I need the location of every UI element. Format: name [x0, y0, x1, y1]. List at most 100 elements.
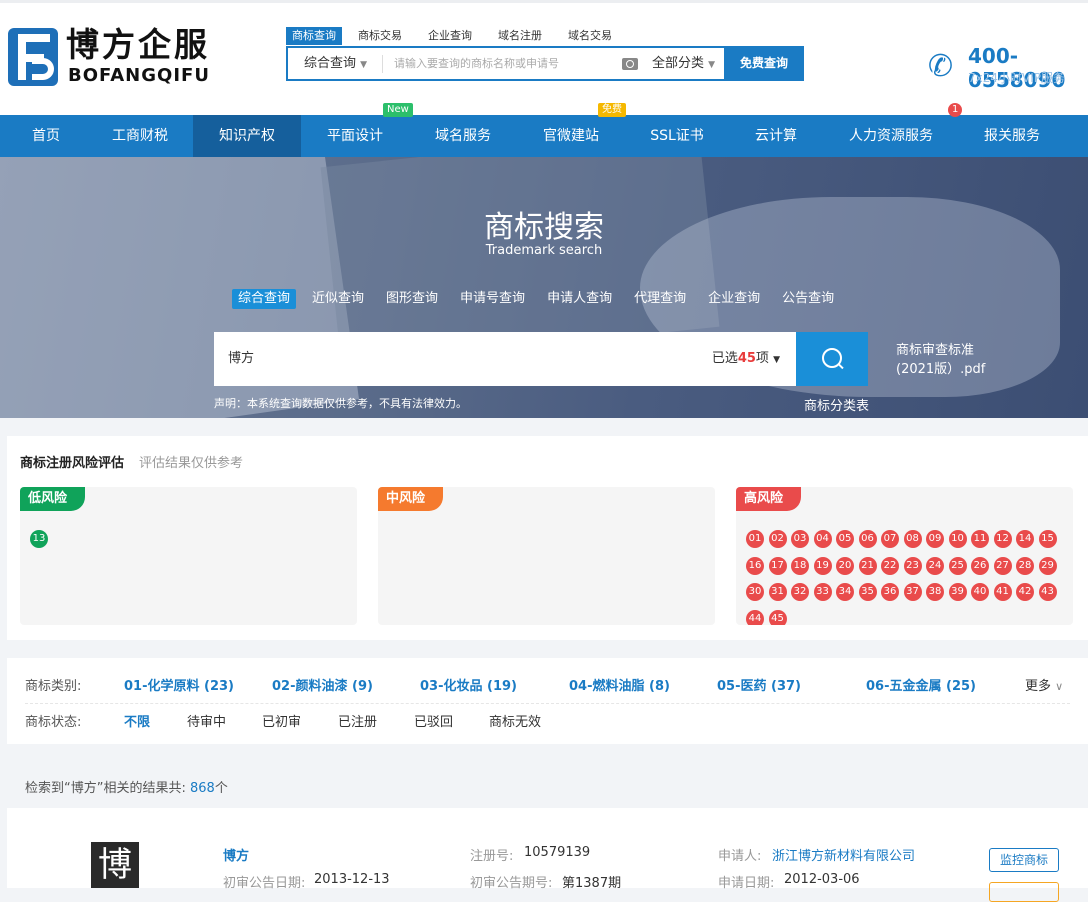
- class-number-badge[interactable]: 02: [768, 530, 787, 548]
- category-filter[interactable]: 01-化学原料 (23): [124, 675, 234, 694]
- nav-item-cloud[interactable]: 云计算: [744, 115, 808, 157]
- class-number-badge[interactable]: 33: [813, 583, 832, 601]
- class-number-badge[interactable]: 14: [1016, 530, 1034, 548]
- nav-item-business-tax[interactable]: 工商财税: [100, 115, 180, 157]
- nav-item-ssl[interactable]: SSL证书: [639, 115, 715, 157]
- trademark-search-input[interactable]: 博方 已选45项 ▼: [214, 332, 796, 386]
- class-number-badge[interactable]: 22: [881, 556, 899, 575]
- nav-item-domain[interactable]: 域名服务: [423, 115, 503, 157]
- class-number-badge[interactable]: 26: [971, 556, 989, 575]
- class-number-badge[interactable]: 04: [813, 530, 832, 548]
- trademark-image[interactable]: 博: [91, 842, 139, 888]
- status-filter[interactable]: 商标无效: [489, 711, 541, 730]
- nav-item-hr[interactable]: 人力资源服务: [836, 115, 946, 157]
- class-number-badge[interactable]: 41: [993, 583, 1012, 601]
- more-categories-button[interactable]: 更多 ∨: [1025, 675, 1063, 694]
- class-number-badge[interactable]: 45: [768, 609, 787, 625]
- search-tab[interactable]: 商标交易: [350, 27, 410, 45]
- nav-item-graphic-design[interactable]: 平面设计: [315, 115, 395, 157]
- tab-graphic[interactable]: 图形查询: [380, 289, 444, 309]
- class-number-badge[interactable]: 11: [971, 530, 989, 548]
- search-input[interactable]: 请输入要查询的商标名称或申请号: [394, 48, 559, 79]
- class-number-badge[interactable]: 34: [836, 583, 854, 601]
- nav-item-ip[interactable]: 知识产权: [193, 115, 301, 157]
- monitor-trademark-button[interactable]: 监控商标: [989, 848, 1059, 872]
- class-number-badge[interactable]: 25: [948, 556, 967, 575]
- tab-comprehensive[interactable]: 综合查询: [232, 289, 297, 309]
- status-filter[interactable]: 已初审: [262, 711, 301, 730]
- status-filter[interactable]: 待审中: [187, 711, 226, 730]
- class-number-badge[interactable]: 20: [836, 556, 854, 575]
- class-number-badge[interactable]: 23: [903, 556, 922, 575]
- class-number-badge[interactable]: 35: [858, 583, 877, 601]
- class-number-badge[interactable]: 38: [926, 583, 944, 601]
- status-filter[interactable]: 已驳回: [414, 711, 453, 730]
- class-number-badge[interactable]: 01: [746, 530, 764, 548]
- class-number-badge[interactable]: 17: [768, 556, 787, 575]
- class-number-badge[interactable]: 29: [1038, 556, 1057, 575]
- class-number-badge[interactable]: 39: [948, 583, 967, 601]
- class-number-badge[interactable]: 12: [993, 530, 1012, 548]
- free-search-button[interactable]: 免费查询: [724, 46, 804, 81]
- class-number-badge[interactable]: 40: [971, 583, 989, 601]
- search-type-select[interactable]: 综合查询 ▼: [304, 48, 367, 81]
- class-number-badge[interactable]: 15: [1038, 530, 1057, 548]
- search-tab[interactable]: 商标查询: [286, 27, 342, 45]
- tab-applicant[interactable]: 申请人查询: [541, 289, 618, 309]
- status-filter[interactable]: 不限: [124, 711, 150, 730]
- class-number-badge[interactable]: 30: [746, 583, 764, 601]
- class-number-badge[interactable]: 09: [926, 530, 944, 548]
- class-number-badge[interactable]: 36: [881, 583, 899, 601]
- class-number-badge[interactable]: 44: [746, 609, 764, 625]
- class-number-badge[interactable]: 03: [791, 530, 809, 548]
- trademark-name[interactable]: 博方: [223, 845, 249, 864]
- tab-similar[interactable]: 近似查询: [306, 289, 370, 309]
- category-filter[interactable]: 03-化妆品 (19): [420, 675, 517, 694]
- category-filter[interactable]: 06-五金金属 (25): [866, 675, 976, 694]
- class-number-badge[interactable]: 28: [1016, 556, 1034, 575]
- search-query[interactable]: 博方: [228, 332, 254, 386]
- class-number-badge[interactable]: 37: [903, 583, 922, 601]
- camera-icon[interactable]: [622, 58, 638, 70]
- review-standard-pdf-link[interactable]: 商标审查标准 (2021版）.pdf: [896, 341, 1046, 379]
- secondary-action-button[interactable]: [989, 882, 1059, 902]
- class-table-link[interactable]: 商标分类表: [804, 395, 869, 414]
- tab-application-no[interactable]: 申请号查询: [454, 289, 531, 309]
- nav-item-website[interactable]: 官微建站: [531, 115, 611, 157]
- class-number-badge[interactable]: 10: [948, 530, 967, 548]
- nav-item-customs[interactable]: 报关服务: [972, 115, 1052, 157]
- tab-company[interactable]: 企业查询: [702, 289, 766, 309]
- class-number-badge[interactable]: 13: [30, 530, 48, 548]
- category-select[interactable]: 全部分类 ▼: [652, 48, 715, 81]
- class-number-badge[interactable]: 42: [1016, 583, 1034, 601]
- tab-announcement[interactable]: 公告查询: [776, 289, 840, 309]
- category-filter[interactable]: 04-燃料油脂 (8): [569, 675, 670, 694]
- class-number-badge[interactable]: 43: [1038, 583, 1057, 601]
- table-row[interactable]: 博 博方 初审公告日期: 2013-12-13 注册号: 10579139 初审…: [7, 808, 1088, 902]
- class-number-badge[interactable]: 27: [993, 556, 1012, 575]
- applicant-link[interactable]: 浙江博方新材料有限公司: [772, 845, 915, 864]
- class-number-badge[interactable]: 24: [926, 556, 944, 575]
- class-number-badge[interactable]: 06: [858, 530, 877, 548]
- class-number-badge[interactable]: 18: [791, 556, 809, 575]
- class-number-badge[interactable]: 32: [791, 583, 809, 601]
- brand-logo-icon[interactable]: [8, 28, 58, 86]
- search-icon[interactable]: [796, 332, 868, 386]
- class-number-badge[interactable]: 19: [813, 556, 832, 575]
- category-filter[interactable]: 05-医药 (37): [717, 675, 801, 694]
- category-filter[interactable]: 02-颜料油漆 (9): [272, 675, 373, 694]
- class-number-badge[interactable]: 08: [903, 530, 922, 548]
- search-tab[interactable]: 域名交易: [560, 27, 620, 45]
- class-number-badge[interactable]: 07: [881, 530, 899, 548]
- search-tab[interactable]: 企业查询: [420, 27, 480, 45]
- selected-classes-dropdown[interactable]: 已选45项 ▼: [712, 332, 780, 387]
- status-filter[interactable]: 已注册: [338, 711, 377, 730]
- class-number-badge[interactable]: 31: [768, 583, 787, 601]
- class-number-badge[interactable]: 21: [858, 556, 877, 575]
- tab-agent[interactable]: 代理查询: [628, 289, 692, 309]
- class-number-badge[interactable]: 05: [836, 530, 854, 548]
- brand-name-en[interactable]: BOFANGQIFU: [68, 65, 210, 86]
- search-tab[interactable]: 域名注册: [490, 27, 550, 45]
- class-number-badge[interactable]: 16: [746, 556, 764, 575]
- brand-name[interactable]: 博方企服: [66, 25, 210, 65]
